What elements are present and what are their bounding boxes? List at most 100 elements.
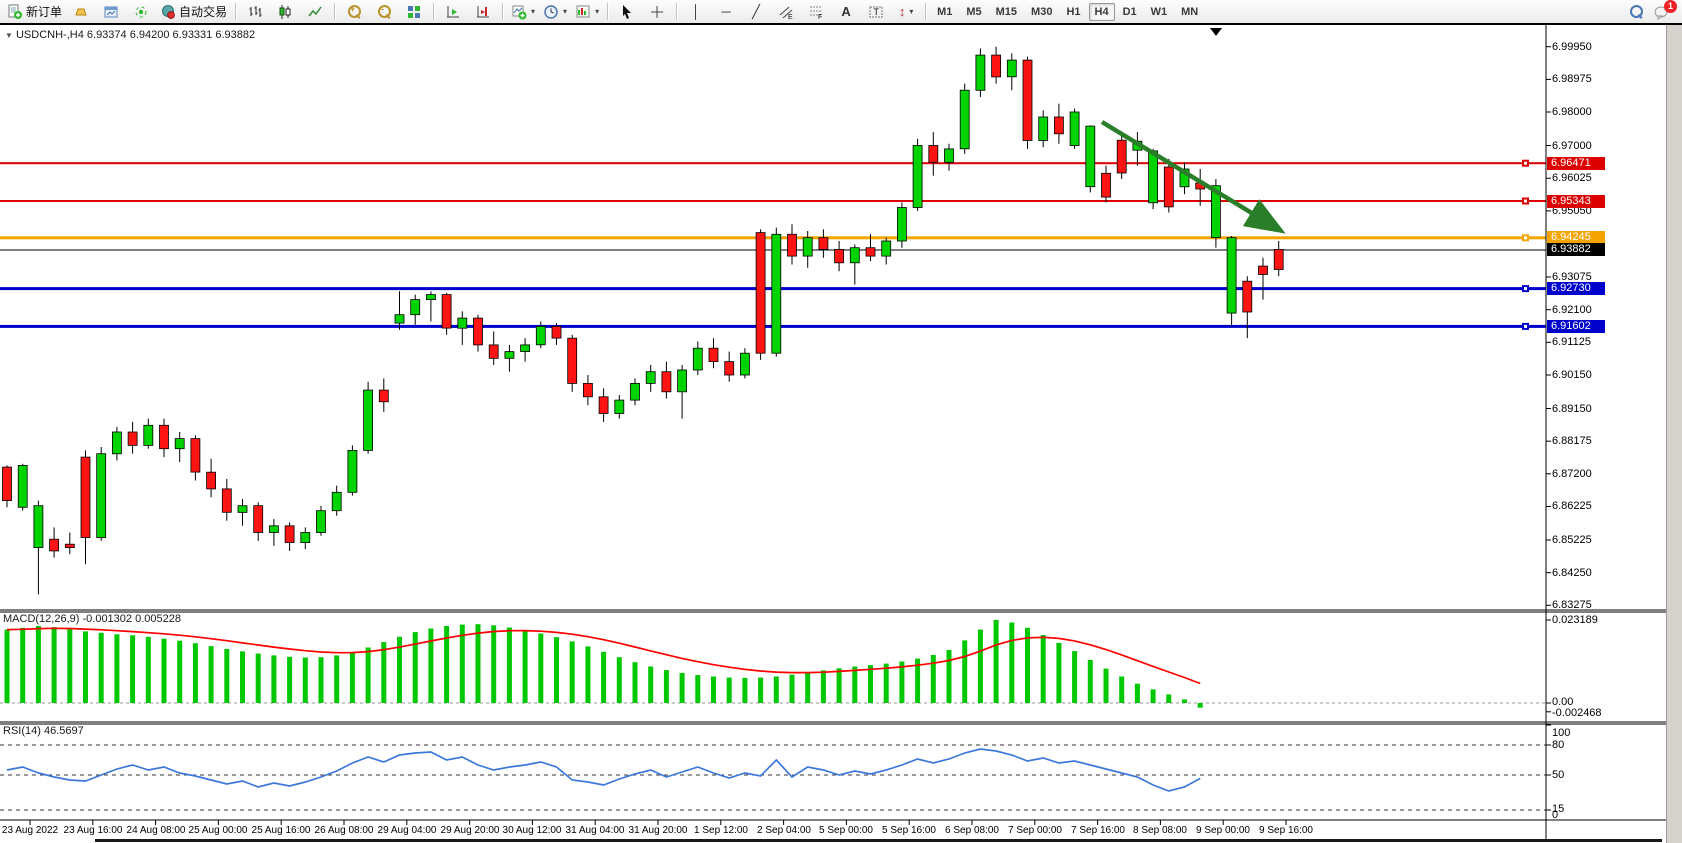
gold-chart-button[interactable] [66, 1, 96, 23]
text-label-icon: T [868, 4, 884, 20]
candle-body [269, 526, 278, 533]
search-icon[interactable] [1630, 5, 1643, 18]
candle-body [992, 55, 1001, 77]
ohlc-label: 6.93374 6.94200 6.93331 6.93882 [87, 29, 255, 41]
collapse-toggle-icon[interactable]: ▼ [5, 31, 13, 40]
macd-bar [742, 678, 747, 703]
macd-name: MACD(12,26,9) [3, 613, 79, 625]
candle-body [740, 353, 749, 375]
arrows-tool-button[interactable]: ↕ ▾ [891, 1, 921, 23]
scroll-marker-icon[interactable] [1210, 28, 1222, 36]
fibonacci-tool-button[interactable]: F [801, 1, 831, 23]
price-level-line[interactable] [0, 200, 1546, 202]
macd-bar [1119, 677, 1124, 704]
candlestick-button[interactable] [270, 1, 300, 23]
signals-button[interactable] [126, 1, 156, 23]
time-axis-label: 26 Aug 08:00 [315, 825, 374, 836]
cursor-icon [619, 4, 635, 20]
candle-body [615, 400, 624, 413]
macd-bar [523, 630, 528, 703]
zoom-out-icon: - [378, 5, 391, 18]
macd-bar [852, 667, 857, 704]
indicator-axis-label: 100 [1552, 727, 1570, 739]
tile-windows-button[interactable] [399, 1, 429, 23]
bar-chart-button[interactable] [240, 1, 270, 23]
timeframe-button-m1[interactable]: M1 [931, 3, 958, 21]
zoom-out-button[interactable]: - [369, 1, 399, 23]
periods-icon [543, 4, 559, 20]
candle-body [772, 234, 781, 353]
chevron-down-icon: ▾ [595, 7, 599, 16]
indicators-button[interactable]: ▾ [507, 1, 539, 23]
macd-signal-value: 0.005228 [135, 613, 181, 625]
text-tool-button[interactable]: A [831, 1, 861, 23]
macd-bar [570, 641, 575, 703]
macd-bar [884, 664, 889, 703]
candle-body [835, 249, 844, 262]
line-handle-dot [1524, 236, 1527, 239]
timeframe-button-mn[interactable]: MN [1175, 3, 1204, 21]
timeframe-button-d1[interactable]: D1 [1117, 3, 1143, 21]
candle-body [788, 234, 797, 256]
candle-body [1007, 60, 1016, 77]
macd-bar [366, 648, 371, 704]
chart-shift-button[interactable] [468, 1, 498, 23]
time-axis-label: 8 Sep 08:00 [1133, 825, 1187, 836]
macd-bar [1041, 635, 1046, 703]
candle-body [1164, 167, 1173, 207]
timeframe-button-h4[interactable]: H4 [1089, 3, 1115, 21]
horizontal-scrollbar[interactable] [95, 839, 1662, 842]
candle-body [929, 146, 938, 163]
macd-bar [962, 640, 967, 703]
periods-button[interactable]: ▾ [539, 1, 571, 23]
templates-button[interactable]: ▾ [571, 1, 603, 23]
zoom-in-button[interactable]: + [339, 1, 369, 23]
charts-icon [103, 4, 119, 20]
candlesticks [3, 47, 1284, 595]
line-chart-button[interactable] [300, 1, 330, 23]
price-level-line[interactable] [0, 162, 1546, 164]
notifications-button[interactable]: 1 [1653, 4, 1671, 20]
price-badge: 6.91602 [1547, 320, 1605, 333]
candle-body [81, 457, 90, 537]
candle-body [238, 506, 247, 513]
macd-bar [146, 637, 151, 703]
candle-body [1039, 117, 1048, 141]
crosshair-button[interactable] [642, 1, 672, 23]
tile-windows-icon [406, 4, 422, 20]
candle-body [552, 326, 561, 338]
price-tick-label: 6.99950 [1552, 41, 1592, 53]
macd-bar [209, 646, 214, 703]
trendline-tool-button[interactable]: ╱ [741, 1, 771, 23]
candle-body [489, 345, 498, 358]
charts-button[interactable] [96, 1, 126, 23]
macd-bar [334, 655, 339, 703]
text-label-tool-button[interactable]: T [861, 1, 891, 23]
macd-bar [1104, 669, 1109, 703]
hline-tool-button[interactable]: ─ [711, 1, 741, 23]
cursor-button[interactable] [612, 1, 642, 23]
vline-tool-button[interactable]: │ [681, 1, 711, 23]
arrows-icon: ↕ [899, 4, 906, 20]
candle-body [285, 526, 294, 543]
autotrade-button[interactable]: 自动交易 [156, 1, 231, 23]
macd-bar [601, 652, 606, 703]
chart-canvas[interactable] [0, 0, 1682, 843]
timeframe-button-h1[interactable]: H1 [1060, 3, 1086, 21]
line-handle-dot [1524, 162, 1527, 165]
candle-body [709, 348, 718, 361]
candle-body [1259, 266, 1268, 274]
channel-tool-button[interactable]: E [771, 1, 801, 23]
text-icon: A [841, 4, 850, 20]
candle-body [301, 533, 310, 543]
timeframe-button-w1[interactable]: W1 [1145, 3, 1174, 21]
trend-arrow-annotation[interactable] [1102, 122, 1278, 229]
new-order-button[interactable]: 新订单 [3, 1, 66, 23]
timeframe-button-m15[interactable]: M15 [990, 3, 1023, 21]
timeframe-button-m5[interactable]: M5 [960, 3, 987, 21]
auto-scroll-button[interactable] [438, 1, 468, 23]
macd-bar [711, 677, 716, 704]
timeframe-button-m30[interactable]: M30 [1025, 3, 1058, 21]
macd-bar [507, 628, 512, 704]
macd-bar [287, 657, 292, 703]
